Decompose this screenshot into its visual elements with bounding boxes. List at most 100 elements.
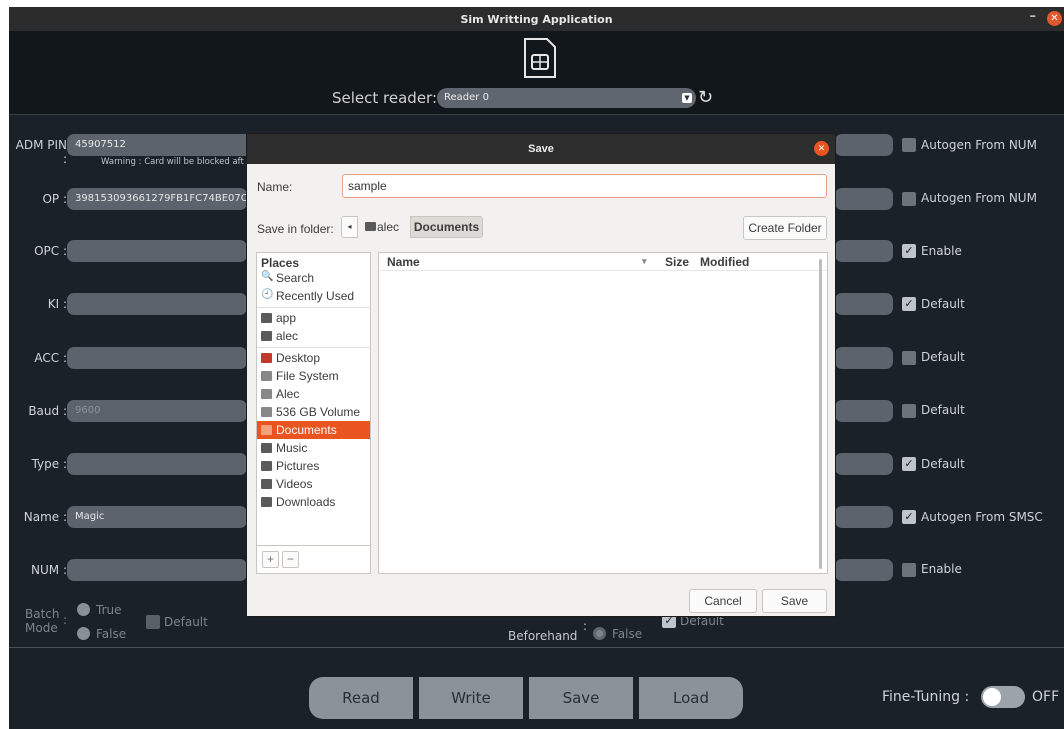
right-field-1[interactable] [835,134,893,156]
sort-arrow-icon[interactable]: ▾ [642,256,647,267]
column-name[interactable]: Name [387,255,420,269]
fine-tuning-toggle[interactable] [981,686,1025,708]
create-folder-button[interactable]: Create Folder [743,216,827,240]
place-item-file-system[interactable]: File System [257,367,370,385]
column-modified[interactable]: Modified [700,255,749,269]
beforehand-false-radio[interactable] [593,627,606,640]
place-item-alec[interactable]: alec [257,327,370,345]
opc-field[interactable] [67,240,247,262]
batch-true-radio[interactable] [77,603,90,616]
option-checkbox-1[interactable] [902,138,916,152]
option-label-8: Autogen From SMSC [921,510,1043,524]
write-button[interactable]: Write [419,677,523,719]
remove-place-button[interactable]: − [282,551,299,568]
place-item-desktop[interactable]: Desktop [257,349,370,367]
drive-icon [261,389,272,399]
fine-tuning-state: OFF [1032,689,1060,705]
right-field-7[interactable] [835,453,893,475]
place-item-pictures[interactable]: Pictures [257,457,370,475]
acc-field[interactable] [67,347,247,369]
option-checkbox-3[interactable]: ✓ [902,244,916,258]
opc-label: OPC : [34,244,67,258]
drive-icon [261,371,272,381]
batch-false-radio[interactable] [77,627,90,640]
right-field-6[interactable] [835,400,893,422]
beforehand-false-label: False [612,627,643,641]
op-label: OP : [42,192,67,206]
folder-icon [261,425,272,435]
place-item-music[interactable]: Music [257,439,370,457]
save-button[interactable]: Save [529,677,633,719]
adm-pin-warning: Warning : Card will be blocked aft [101,157,244,167]
drive-icon [261,407,272,417]
minimize-button[interactable]: – [1030,9,1037,24]
read-button[interactable]: Read [309,677,413,719]
right-field-3[interactable] [835,240,893,262]
refresh-icon[interactable]: ↻ [698,87,720,109]
adm-pin-field[interactable]: 45907512 [67,134,257,156]
option-checkbox-5[interactable] [902,351,916,365]
place-item-app[interactable]: app [257,309,370,327]
file-list-panel: Name ▾ Size Modified [378,252,828,574]
breadcrumb-alec[interactable]: alec [363,216,407,238]
option-checkbox-4[interactable]: ✓ [902,297,916,311]
breadcrumb-documents[interactable]: Documents [410,216,483,238]
reader-select[interactable]: Reader 0 ▼ [437,88,696,108]
file-list-header: Name ▾ Size Modified [379,253,827,271]
place-item-documents[interactable]: Documents [257,421,370,439]
option-label-6: Default [921,403,965,417]
place-item-downloads[interactable]: Downloads [257,493,370,511]
dialog-close-button[interactable]: ✕ [814,141,829,156]
file-list-scrollbar[interactable] [819,259,822,569]
place-item-536-gb-volume[interactable]: 536 GB Volume [257,403,370,421]
folder-icon [261,313,272,323]
breadcrumb-alec-label: alec [377,220,400,234]
right-field-4[interactable] [835,293,893,315]
batch-default-checkbox[interactable] [146,615,160,629]
type-field[interactable] [67,453,247,475]
place-label: app [276,311,297,325]
right-field-8[interactable] [835,506,893,528]
place-item-search[interactable]: 🔍 Search [257,269,370,287]
ki-field[interactable] [67,293,247,315]
name-field[interactable]: Magic [67,506,247,528]
place-item-recently-used[interactable]: 🕘 Recently Used [257,287,370,305]
place-label: Music [276,441,308,455]
beforehand-colon: : [583,619,588,633]
folder-icon [261,331,272,341]
cancel-button[interactable]: Cancel [689,589,757,613]
num-label: NUM : [31,563,67,577]
column-size[interactable]: Size [665,255,689,269]
option-checkbox-7[interactable]: ✓ [902,457,916,471]
place-item-alec[interactable]: Alec [257,385,370,403]
baud-label: Baud : [28,404,67,418]
option-checkbox-9[interactable] [902,563,916,577]
right-field-5[interactable] [835,347,893,369]
reader-select-value: Reader 0 [444,92,489,103]
place-label: Search [276,271,315,285]
option-checkbox-6[interactable] [902,404,916,418]
folder-icon [365,222,376,231]
file-name-input[interactable]: sample [342,174,827,198]
num-field[interactable] [67,559,247,581]
op-field[interactable]: 398153093661279FB1FC74BE07C [67,188,247,210]
load-button[interactable]: Load [639,677,743,719]
chevron-down-icon: ▼ [682,93,692,103]
place-item-videos[interactable]: Videos [257,475,370,493]
right-field-2[interactable] [835,188,893,210]
baud-field[interactable]: 9600 [67,400,247,422]
place-label: Videos [276,477,313,491]
add-place-button[interactable]: + [262,551,279,568]
option-checkbox-8[interactable]: ✓ [902,510,916,524]
search-icon: 🔍 [261,271,274,282]
type-label: Type : [31,457,67,471]
place-label: Desktop [276,351,321,365]
option-checkbox-2[interactable] [902,192,916,206]
dialog-save-button[interactable]: Save [762,589,827,613]
breadcrumb-back-button[interactable]: ◂ [341,216,358,238]
header-area: Select reader: Reader 0 ▼ ↻ [9,31,1064,115]
place-label: Recently Used [276,289,355,303]
batch-mode-label-2: Mode [25,621,58,635]
right-field-9[interactable] [835,559,893,581]
close-button[interactable]: ✕ [1047,11,1062,26]
